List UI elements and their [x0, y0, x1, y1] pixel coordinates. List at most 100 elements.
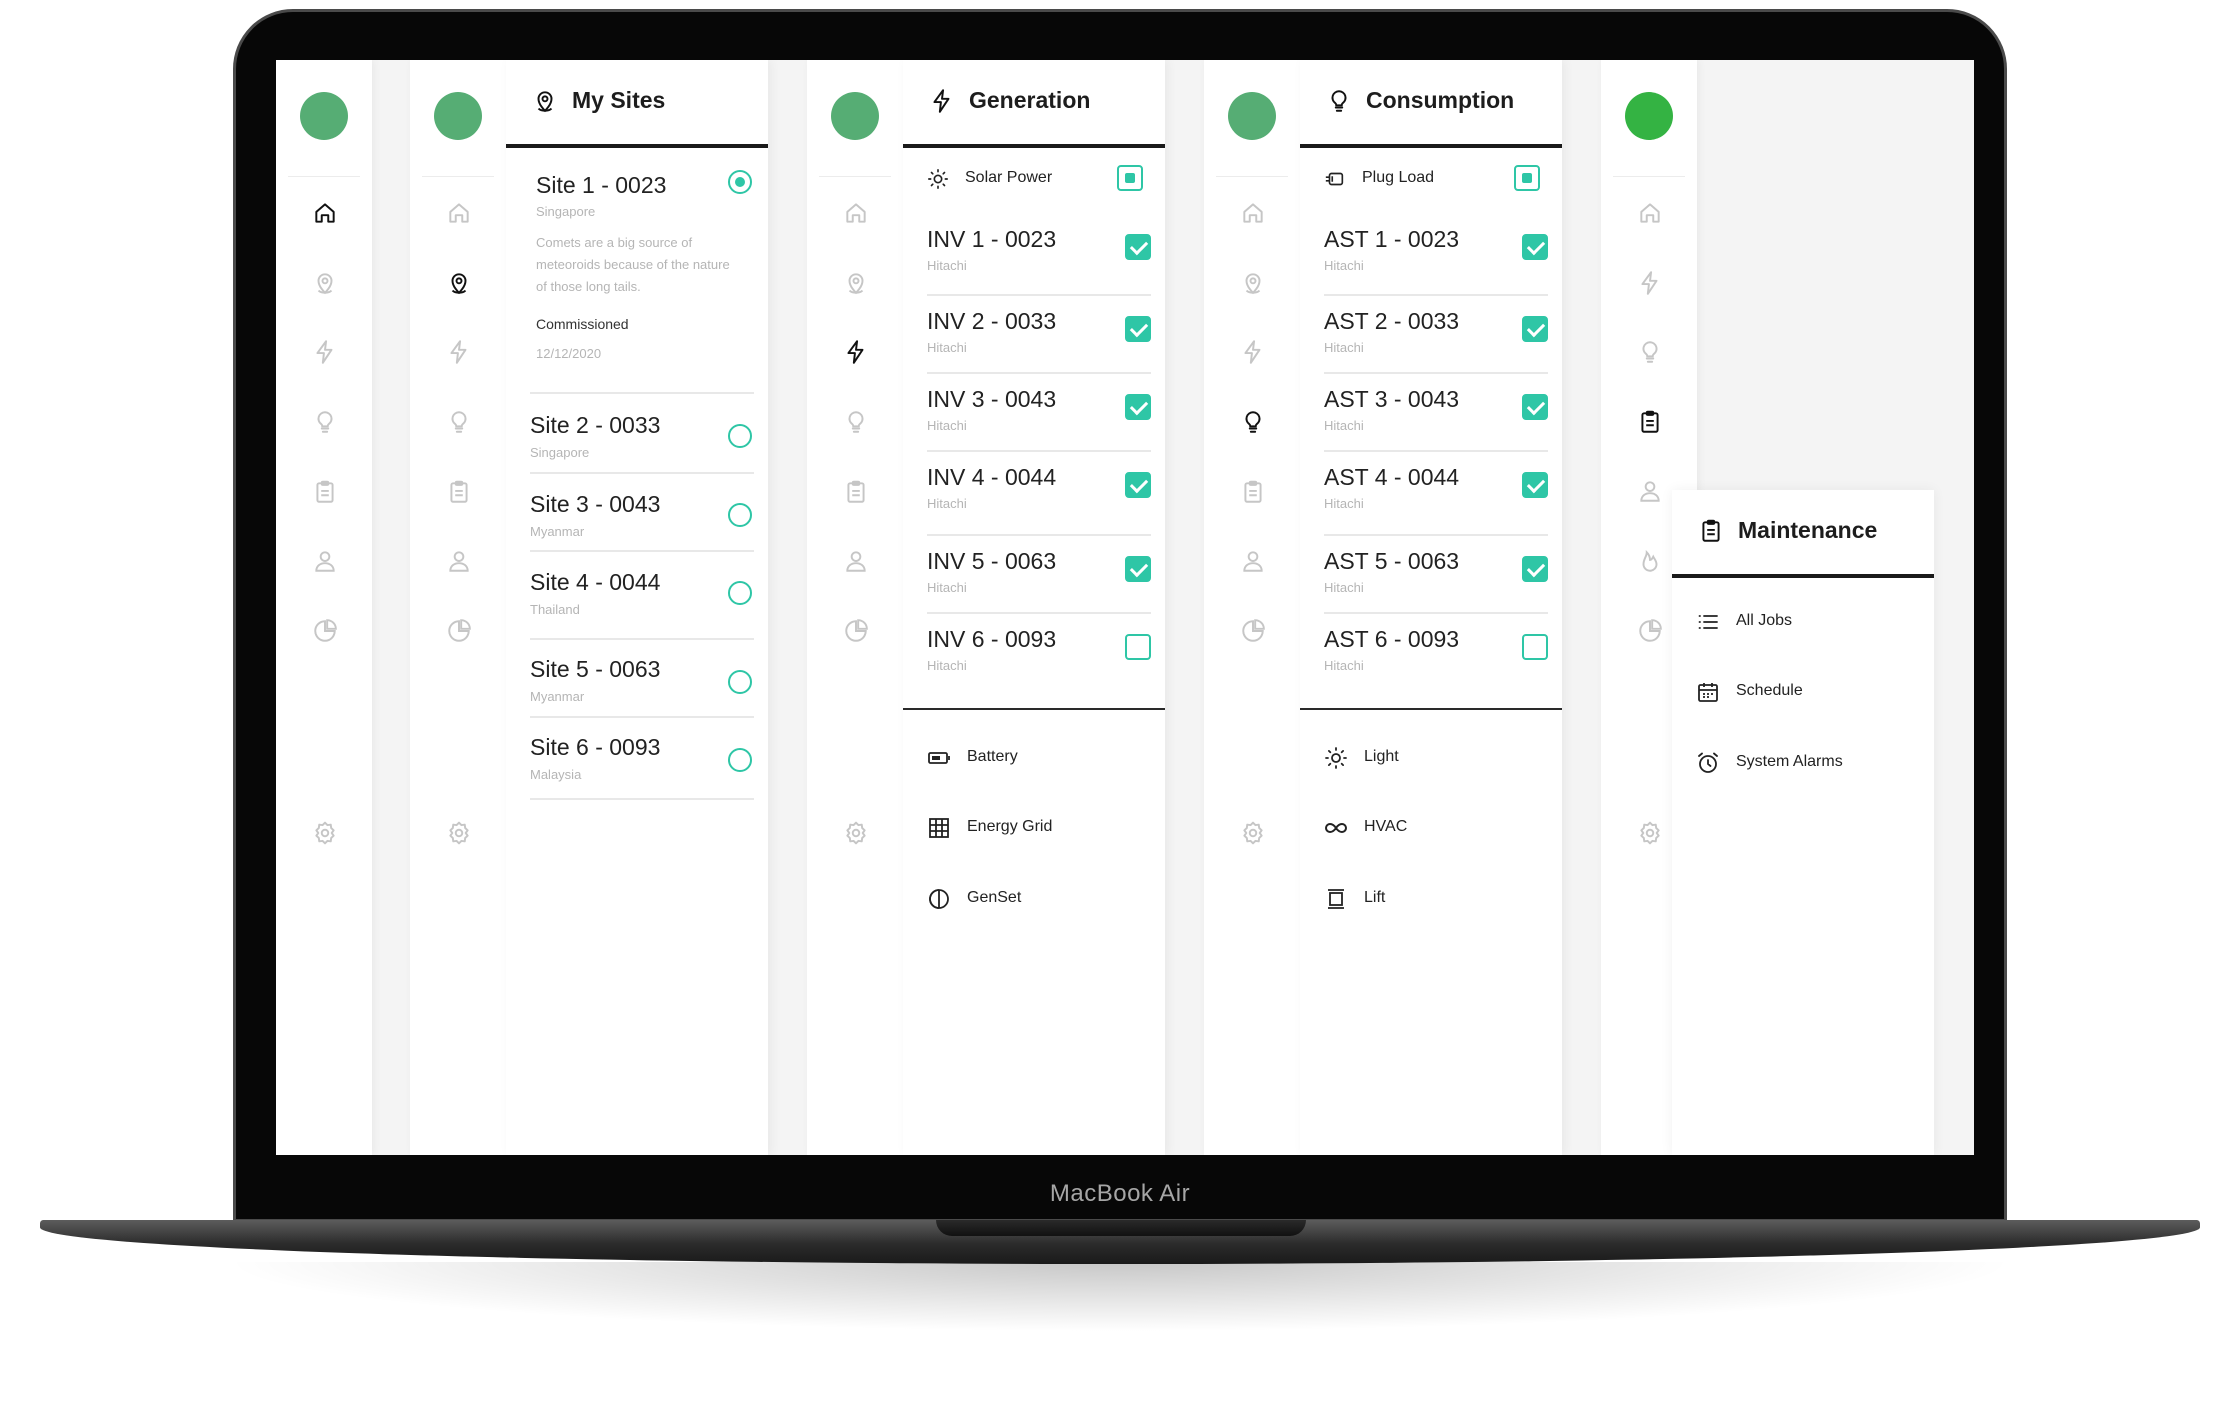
device-row[interactable]: AST 2 - 0033 Hitachi — [1324, 296, 1548, 374]
nav-user-icon[interactable] — [446, 548, 472, 574]
device-checkbox[interactable] — [1125, 394, 1151, 420]
nav-home-icon[interactable] — [843, 200, 869, 226]
nav-user-icon[interactable] — [1637, 478, 1663, 504]
nav-bulb-icon[interactable] — [446, 409, 472, 435]
nav-map-pin-icon[interactable] — [446, 270, 472, 296]
device-row[interactable]: AST 6 - 0093 Hitachi — [1324, 614, 1548, 694]
nav-settings-icon[interactable] — [312, 820, 338, 846]
site-radio[interactable] — [728, 581, 752, 605]
nav-clipboard-icon[interactable] — [1240, 479, 1266, 505]
nav-pie-chart-icon[interactable] — [446, 618, 472, 644]
device-checkbox[interactable] — [1522, 634, 1548, 660]
grid-icon — [927, 816, 951, 840]
nav-pie-chart-icon[interactable] — [1637, 618, 1663, 644]
device-row[interactable]: INV 6 - 0093 Hitachi — [927, 614, 1151, 694]
nav-user-icon[interactable] — [312, 548, 338, 574]
site-radio[interactable] — [728, 748, 752, 772]
site-item-1[interactable]: Site 1 - 0023 Singapore Comets are a big… — [530, 148, 754, 394]
nav-bulb-icon[interactable] — [843, 409, 869, 435]
device-name: AST 5 - 0063 — [1324, 548, 1460, 574]
nav-pie-chart-icon[interactable] — [312, 618, 338, 644]
site-radio[interactable] — [728, 424, 752, 448]
section-divider — [903, 708, 1165, 710]
site-location: Myanmar — [530, 524, 585, 539]
avatar[interactable] — [1228, 92, 1276, 140]
section-label: Lift — [1364, 889, 1386, 906]
nav-map-pin-icon[interactable] — [312, 270, 338, 296]
group-checkbox[interactable] — [1117, 165, 1143, 191]
nav-clipboard-icon[interactable] — [1637, 409, 1663, 435]
site-item-3[interactable]: Site 3 - 0043 Myanmar — [530, 474, 754, 552]
nav-lightning-icon[interactable] — [446, 339, 472, 365]
site-radio[interactable] — [728, 670, 752, 694]
nav-lightning-icon[interactable] — [843, 339, 869, 365]
generation-panel-title: Generation — [969, 87, 1091, 113]
hvac-icon — [1324, 816, 1348, 840]
nav-settings-icon[interactable] — [1240, 820, 1266, 846]
avatar[interactable] — [300, 92, 348, 140]
nav-settings-icon[interactable] — [1637, 820, 1663, 846]
nav-pie-chart-icon[interactable] — [843, 618, 869, 644]
device-checkbox[interactable] — [1125, 316, 1151, 342]
device-label: MacBook Air — [1049, 1180, 1191, 1207]
solar-power-group[interactable]: Solar Power — [903, 144, 1165, 214]
device-row[interactable]: AST 1 - 0023 Hitachi — [1324, 214, 1548, 296]
nav-home-icon[interactable] — [1637, 200, 1663, 226]
site-item-4[interactable]: Site 4 - 0044 Thailand — [530, 552, 754, 640]
nav-home-icon[interactable] — [446, 200, 472, 226]
site-name: Site 1 - 0023 — [536, 172, 667, 198]
site-radio[interactable] — [728, 503, 752, 527]
device-checkbox[interactable] — [1522, 316, 1548, 342]
plug-load-group[interactable]: Plug Load — [1300, 144, 1562, 214]
device-row[interactable]: INV 3 - 0043 Hitachi — [927, 374, 1151, 452]
avatar[interactable] — [434, 92, 482, 140]
device-row[interactable]: INV 5 - 0063 Hitachi — [927, 536, 1151, 614]
nav-settings-icon[interactable] — [843, 820, 869, 846]
device-checkbox[interactable] — [1522, 394, 1548, 420]
avatar[interactable] — [1625, 92, 1673, 140]
nav-bulb-icon[interactable] — [1637, 339, 1663, 365]
device-row[interactable]: INV 4 - 0044 Hitachi — [927, 452, 1151, 536]
device-row[interactable]: AST 4 - 0044 Hitachi — [1324, 452, 1548, 536]
nav-lightning-icon[interactable] — [1637, 270, 1663, 296]
device-row[interactable]: INV 1 - 0023 Hitachi — [927, 214, 1151, 296]
device-checkbox[interactable] — [1125, 634, 1151, 660]
nav-lightning-icon[interactable] — [1240, 339, 1266, 365]
nav-settings-icon[interactable] — [446, 820, 472, 846]
genset-icon — [927, 887, 951, 911]
group-checkbox[interactable] — [1514, 165, 1540, 191]
avatar[interactable] — [831, 92, 879, 140]
device-checkbox[interactable] — [1522, 472, 1548, 498]
device-checkbox[interactable] — [1125, 234, 1151, 260]
site-item-5[interactable]: Site 5 - 0063 Myanmar — [530, 640, 754, 718]
nav-user-icon[interactable] — [1240, 548, 1266, 574]
site-item-6[interactable]: Site 6 - 0093 Malaysia — [530, 718, 754, 800]
device-row[interactable]: INV 2 - 0033 Hitachi — [927, 296, 1151, 374]
site-radio[interactable] — [728, 170, 752, 194]
nav-map-pin-icon[interactable] — [843, 270, 869, 296]
nav-home-icon[interactable] — [312, 200, 338, 226]
device-row[interactable]: AST 5 - 0063 Hitachi — [1324, 536, 1548, 614]
nav-home-icon[interactable] — [1240, 200, 1266, 226]
device-checkbox[interactable] — [1522, 234, 1548, 260]
device-checkbox[interactable] — [1522, 556, 1548, 582]
device-maker: Hitachi — [1324, 580, 1364, 595]
menu-label: System Alarms — [1736, 753, 1843, 770]
nav-bulb-icon[interactable] — [312, 409, 338, 435]
nav-flame-icon[interactable] — [1637, 548, 1663, 574]
nav-clipboard-icon[interactable] — [312, 479, 338, 505]
nav-map-pin-icon[interactable] — [1240, 270, 1266, 296]
nav-user-icon[interactable] — [843, 548, 869, 574]
site-item-2[interactable]: Site 2 - 0033 Singapore — [530, 394, 754, 474]
nav-clipboard-icon[interactable] — [446, 479, 472, 505]
nav-bulb-icon[interactable] — [1240, 409, 1266, 435]
nav-lightning-icon[interactable] — [312, 339, 338, 365]
nav-pie-chart-icon[interactable] — [1240, 618, 1266, 644]
device-checkbox[interactable] — [1125, 472, 1151, 498]
device-checkbox[interactable] — [1125, 556, 1151, 582]
device-row[interactable]: AST 3 - 0043 Hitachi — [1324, 374, 1548, 452]
site-name: Site 5 - 0063 — [530, 656, 661, 682]
nav-clipboard-icon[interactable] — [843, 479, 869, 505]
site-location: Myanmar — [530, 689, 585, 704]
device-maker: Hitachi — [927, 658, 967, 673]
